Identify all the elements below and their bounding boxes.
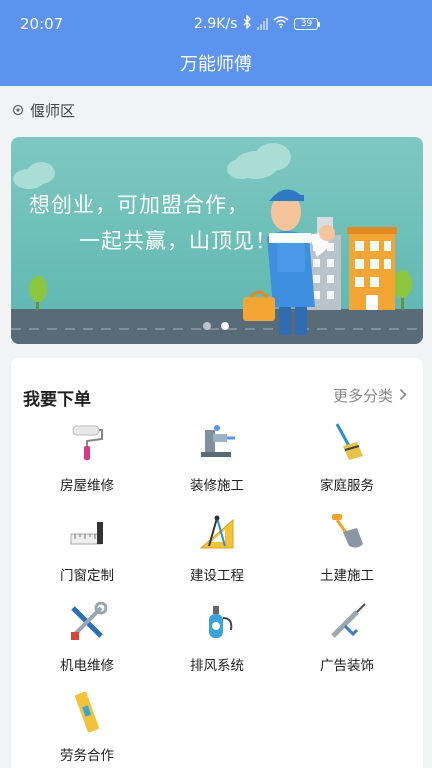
category-home-service[interactable]: 家庭服务: [287, 422, 407, 494]
status-time: 20:07: [20, 15, 64, 33]
bluetooth-icon: [242, 14, 252, 33]
category-label: 机电维修: [60, 658, 114, 674]
chevron-right-icon: [399, 387, 407, 405]
category-label: 劳务合作: [60, 748, 114, 764]
category-decoration-work[interactable]: 装修施工: [157, 422, 277, 494]
category-label: 广告装饰: [320, 658, 374, 674]
category-label: 土建施工: [320, 568, 374, 584]
category-doors-windows[interactable]: 门窗定制: [27, 512, 147, 584]
carousel-dot[interactable]: [203, 322, 211, 330]
wifi-icon: [273, 16, 289, 32]
page-title: 万能师傅: [180, 54, 252, 75]
status-bar: 20:07 2.9K/s 39: [0, 0, 432, 48]
carousel-indicator: [203, 322, 229, 330]
network-speed: 2.9K/s: [194, 16, 238, 32]
broom-icon: [327, 422, 367, 462]
location-selector[interactable]: 偃师区: [12, 100, 75, 121]
category-advertising-decoration[interactable]: 广告装饰: [287, 602, 407, 674]
battery-level: 39: [294, 18, 319, 30]
bench-vise-icon: [197, 422, 237, 462]
category-label: 装修施工: [190, 478, 244, 494]
category-construction-engineering[interactable]: 建设工程: [157, 512, 277, 584]
banner-headline-1: 想创业，可加盟合作，: [29, 193, 249, 217]
spirit-level-icon: [67, 691, 107, 733]
category-label: 建设工程: [190, 568, 244, 584]
status-indicators: 2.9K/s 39: [194, 14, 321, 33]
category-label: 门窗定制: [60, 568, 114, 584]
shovel-icon: [327, 512, 367, 552]
category-civil-works[interactable]: 土建施工: [287, 512, 407, 584]
more-categories-link[interactable]: 更多分类: [333, 385, 407, 406]
ruler-icon: [67, 512, 107, 552]
screwdriver-wrench-icon: [67, 601, 108, 642]
location-pin-icon: [12, 102, 24, 120]
compass-triangle-icon: [197, 512, 237, 552]
section-title: 我要下单: [23, 390, 91, 410]
more-categories-label: 更多分类: [332, 387, 393, 405]
banner-headline-2: 一起共赢，山顶见！: [79, 229, 277, 253]
location-text: 偃师区: [30, 102, 76, 120]
order-section: 我要下单 更多分类 房屋维修 装修施工 家庭服务 门窗定制 建设工程 土建施工 …: [11, 358, 423, 768]
category-labor-cooperation[interactable]: 劳务合作: [27, 691, 147, 764]
promo-banner[interactable]: 想创业，可加盟合作， 一起共赢，山顶见！: [11, 137, 423, 344]
category-electromechanical-repair[interactable]: 机电维修: [27, 601, 147, 674]
app-header: 20:07 2.9K/s 39 万能师傅: [0, 0, 432, 86]
paint-roller-icon: [67, 422, 107, 462]
category-ventilation-system[interactable]: 排风系统: [157, 602, 277, 674]
category-label: 房屋维修: [60, 478, 114, 494]
carousel-dot-active[interactable]: [221, 322, 229, 330]
category-label: 家庭服务: [320, 478, 374, 494]
caulk-gun-icon: [327, 602, 367, 642]
category-house-repair[interactable]: 房屋维修: [27, 422, 147, 494]
category-label: 排风系统: [190, 658, 244, 674]
battery-icon: 39: [294, 18, 321, 30]
sprayer-icon: [197, 602, 237, 642]
cell-signal-icon: [257, 18, 269, 30]
